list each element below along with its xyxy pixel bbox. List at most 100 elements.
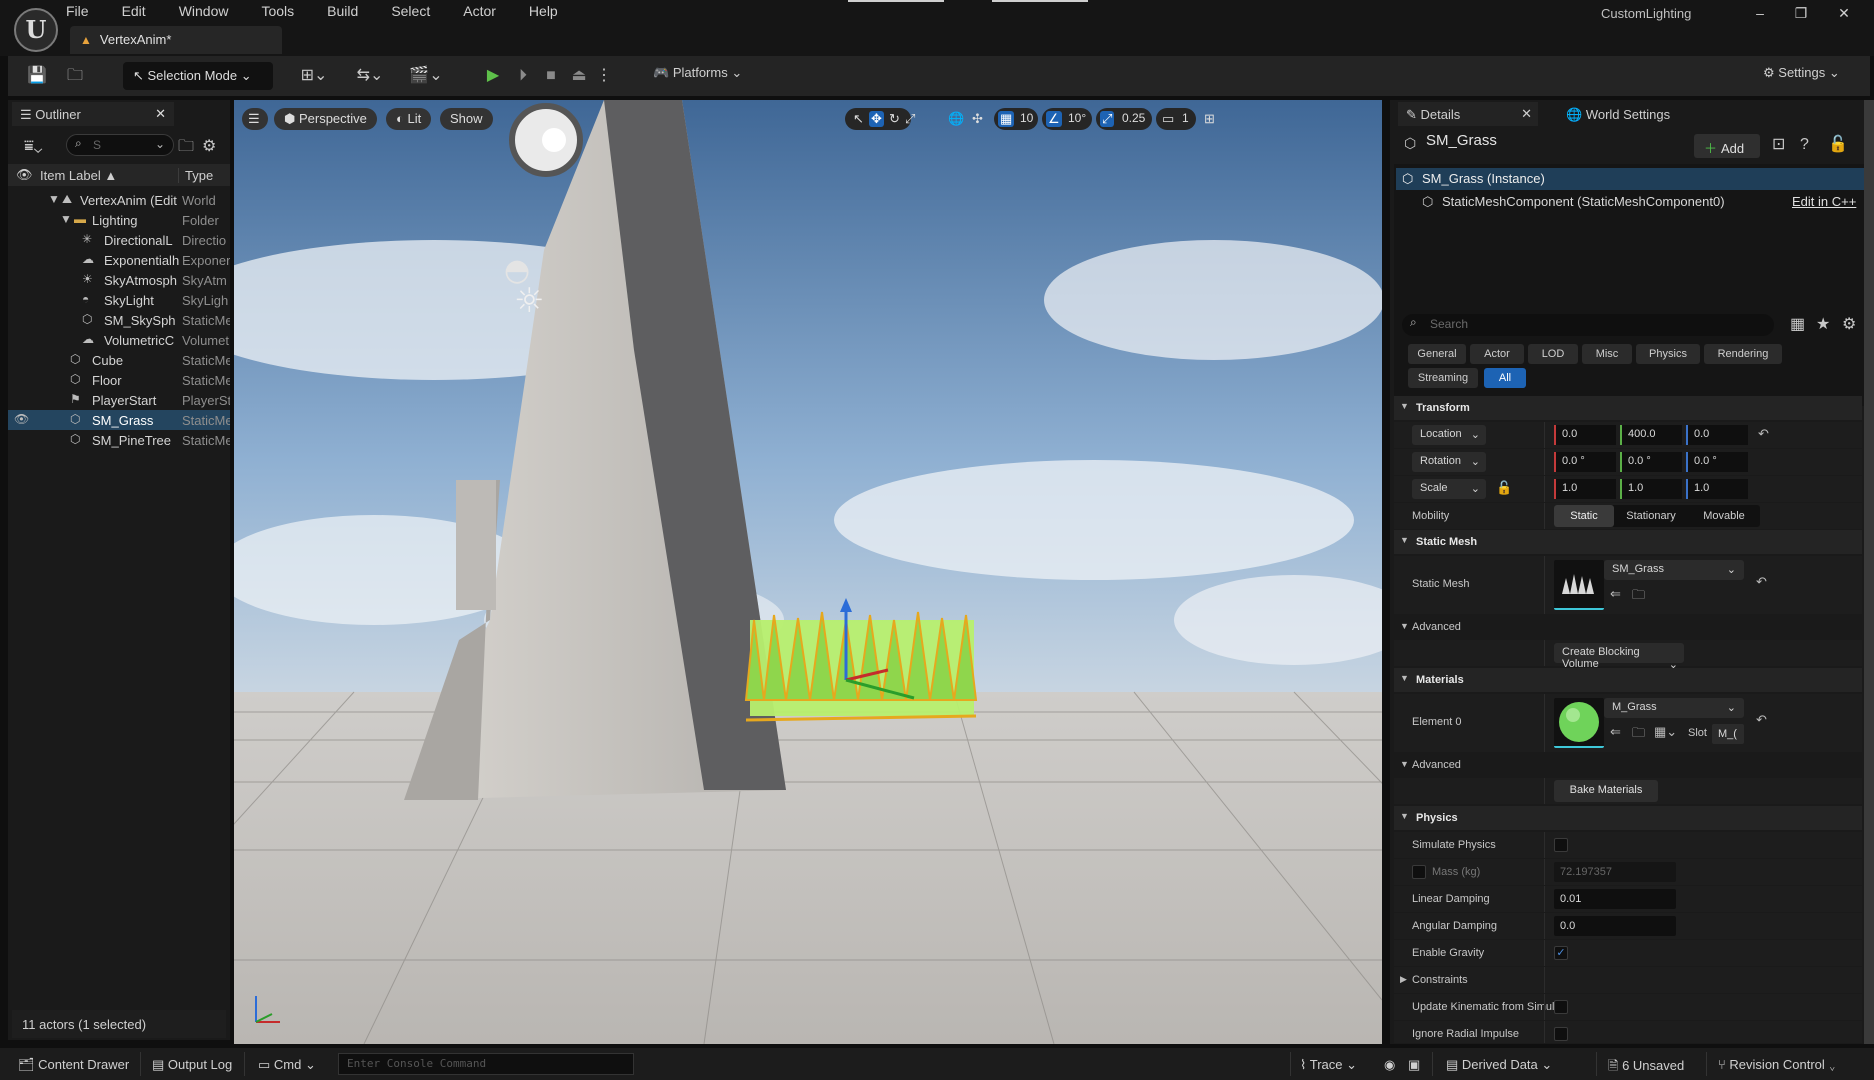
section-physics[interactable]: ▼ Physics [1394,806,1862,830]
derived-data-dropdown[interactable]: ▤ Derived Data ⌄ [1446,1057,1552,1073]
add-actor-icon[interactable]: ⊞⌄ [296,65,332,87]
static-mesh-picker[interactable]: SM_Grass ⌄ [1604,560,1744,580]
maximize-button[interactable]: ❐ [1786,2,1816,24]
more-options-icon[interactable]: ⋮ [596,65,612,87]
mobility-static[interactable]: Static [1554,505,1614,527]
collapse-arrow-icon[interactable]: ▼ [60,212,72,226]
list-item[interactable]: ⬡ SM_PineTree StaticMe [8,430,230,450]
filter-all[interactable]: All [1484,368,1526,388]
filter-physics[interactable]: Physics [1636,344,1700,364]
material-thumbnail[interactable] [1554,698,1604,748]
scale-y-field[interactable]: 1.0 [1620,479,1682,499]
reset-arrow-icon[interactable]: ↶ [1756,712,1767,728]
enable-gravity-checkbox[interactable]: ✓ [1554,946,1568,960]
browse-icon[interactable]: 🗀 [1632,724,1645,746]
list-item[interactable]: ☁ Exponentialh Exponer [8,250,230,270]
blueprint-icon[interactable]: ⇆⌄ [352,65,388,87]
viewport-layout-icon[interactable]: ⊞ [1204,111,1215,127]
scale-x-field[interactable]: 1.0 [1554,479,1616,499]
surface-snap-icon[interactable]: ✣ [972,111,983,127]
list-item[interactable]: ▼ ▬ Lighting Folder [8,210,230,230]
camera-icon[interactable]: ▭ [1162,111,1174,127]
cmd-dropdown[interactable]: ▭ Cmd ⌄ [258,1057,316,1073]
list-item[interactable]: ◓ SkyLight SkyLigh [8,290,230,310]
scale-z-field[interactable]: 1.0 [1686,479,1748,499]
scale-snap-icon[interactable]: ⤢ [1100,111,1115,127]
section-materials[interactable]: ▼ Materials [1394,668,1862,692]
select-tool-icon[interactable]: ↖ [853,111,864,127]
show-button[interactable]: Show [440,108,493,130]
menu-edit[interactable]: Edit [122,0,146,24]
list-item[interactable]: ☀ SkyAtmosph SkyAtm [8,270,230,290]
grid-snap-icon[interactable]: ▦ [998,111,1015,127]
advance-frame-icon[interactable]: ⏵︎ [512,65,534,87]
table-view-icon[interactable]: ▦ [1790,314,1805,336]
camera-speed-group[interactable]: ▭ 1 [1156,108,1196,130]
sky-atmosphere-gizmo[interactable]: ◓ [504,253,530,288]
mobility-stationary[interactable]: Stationary [1614,505,1688,527]
menu-build[interactable]: Build [327,0,358,24]
simulate-physics-checkbox[interactable] [1554,838,1568,852]
static-mesh-thumbnail[interactable] [1554,560,1604,610]
minimize-button[interactable]: – [1745,2,1775,24]
component-child-row[interactable]: StaticMeshComponent (StaticMeshComponent… [1442,194,1725,209]
gear-icon[interactable]: ⚙ [1842,314,1856,336]
rotation-x-field[interactable]: 0.0 ° [1554,452,1616,472]
material-picker[interactable]: M_Grass ⌄ [1604,698,1744,718]
list-item-selected[interactable]: 👁 ⬡ SM_Grass StaticMe [8,410,230,430]
rotate-tool-icon[interactable]: ↻ [889,111,900,127]
advanced-row[interactable]: ▼ Advanced [1394,616,1862,638]
section-static-mesh[interactable]: ▼ Static Mesh [1394,530,1862,554]
help-icon[interactable]: ? [1800,134,1809,156]
mass-override-checkbox[interactable] [1412,865,1426,879]
actor-name-field[interactable]: SM_Grass [1426,132,1497,149]
add-component-button[interactable]: ＋ Add [1694,134,1760,158]
bake-materials-button[interactable]: Bake Materials [1554,780,1658,802]
menu-actor[interactable]: Actor [463,0,496,24]
item-label-column[interactable]: Item Label ▲ [40,168,117,183]
create-blocking-volume-dropdown[interactable]: Create Blocking Volume ⌄ [1554,643,1684,671]
close-window-button[interactable]: ✕ [1829,2,1859,24]
advanced-row[interactable]: ▼ Advanced [1394,754,1862,776]
trace-dropdown[interactable]: ⌇ Trace ⌄ [1300,1057,1357,1073]
list-item[interactable]: ▼ ⛰ VertexAnim (Edit World [8,190,230,210]
record-icon[interactable]: ◉ [1384,1057,1395,1073]
mobility-movable[interactable]: Movable [1688,505,1760,527]
close-icon[interactable]: ✕ [155,106,166,122]
translate-tool-icon[interactable]: ✥ [869,111,884,127]
location-dropdown[interactable]: Location ⌄ [1412,425,1486,445]
grid-snap-group[interactable]: ▦ 10 [994,108,1038,130]
collapse-arrow-icon[interactable]: ▼ [48,192,60,206]
edit-in-cpp-link[interactable]: Edit in C++ [1792,194,1856,209]
menu-file[interactable]: File [66,0,89,24]
list-item[interactable]: ⬡ Floor StaticMe [8,370,230,390]
tab-world-settings[interactable]: 🌐 World Settings [1558,102,1678,126]
reset-arrow-icon[interactable]: ↶ [1758,426,1769,442]
location-z-field[interactable]: 0.0 [1686,425,1748,445]
component-root-row[interactable]: ⬡ SM_Grass (Instance) [1396,168,1866,190]
filter-rendering[interactable]: Rendering [1704,344,1782,364]
ignore-radial-impulse-checkbox[interactable] [1554,1027,1568,1041]
list-item[interactable]: ⬡ SM_SkySph StaticMe [8,310,230,330]
filter-actor[interactable]: Actor [1470,344,1524,364]
use-selected-icon[interactable]: ⇐ [1610,586,1621,602]
material-options-icon[interactable]: ▦⌄ [1654,724,1677,740]
viewport-scene[interactable]: ☼ ◓ [234,100,1382,1044]
lock-ratio-icon[interactable]: 🔓 [1496,480,1512,496]
details-search-input[interactable]: ⌕ Search [1402,314,1774,336]
list-item[interactable]: ☁ VolumetricC Volumet [8,330,230,350]
location-x-field[interactable]: 0.0 [1554,425,1616,445]
output-log-button[interactable]: ▤ Output Log [152,1057,232,1073]
visibility-column-icon[interactable]: 👁 [16,167,33,183]
section-transform[interactable]: ▼ Transform [1394,396,1862,420]
scale-dropdown[interactable]: Scale ⌄ [1412,479,1486,499]
tab-details[interactable]: ✎ Details ✕ [1398,102,1538,126]
lit-button[interactable]: ◐ Lit [386,108,432,130]
selection-mode-dropdown[interactable]: ↖ Selection Mode ⌄ [123,62,273,90]
stop-icon[interactable]: ■ [540,65,562,87]
location-y-field[interactable]: 400.0 [1620,425,1682,445]
scale-snap-group[interactable]: ⤢ 0.25 [1096,108,1152,130]
close-icon[interactable]: ✕ [1521,106,1532,122]
revision-control-dropdown[interactable]: ⑂ Revision Control ⌄ [1718,1057,1836,1072]
level-viewport[interactable]: ☼ ◓ ☰ ⬢ Perspective ◐ Lit Show ↖ ✥ ↻ ⤢ 🌐… [234,100,1382,1044]
